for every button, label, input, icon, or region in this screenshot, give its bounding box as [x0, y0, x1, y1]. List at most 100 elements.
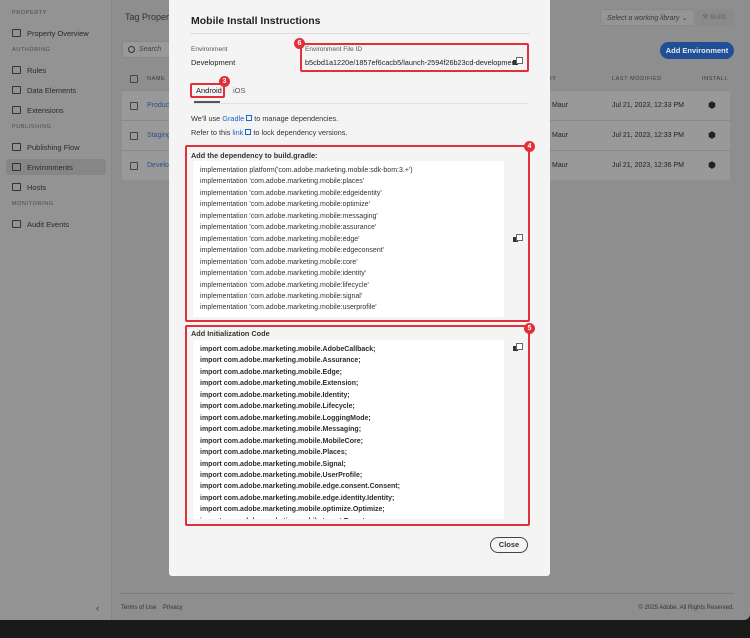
dependency-code[interactable]: implementation platform('com.adobe.marke…: [193, 161, 504, 317]
init-code[interactable]: import com.adobe.marketing.mobile.AdobeC…: [193, 340, 504, 519]
install-package-icon[interactable]: ⬢: [708, 130, 716, 141]
modified-by: Maur: [552, 132, 568, 139]
tab-ios[interactable]: iOS: [233, 86, 246, 95]
annotation-badge: 3: [219, 76, 230, 87]
search-icon: [128, 46, 135, 53]
gradle-text: We'll use Gradle to manage dependencies.: [191, 114, 338, 123]
file-id-label: Environment File ID: [305, 46, 363, 53]
sidebar-item-extensions[interactable]: Extensions: [6, 102, 106, 118]
gradle-link[interactable]: Gradle: [222, 114, 244, 123]
title-divider: [190, 33, 530, 34]
code-line: implementation 'com.adobe.marketing.mobi…: [200, 281, 369, 289]
row-checkbox[interactable]: [130, 101, 138, 110]
code-line: implementation 'com.adobe.marketing.mobi…: [200, 189, 382, 197]
code-line: import com.adobe.marketing.mobile.edge.i…: [200, 494, 395, 502]
working-library-select[interactable]: Select a working library ⌄: [600, 9, 695, 26]
code-line: import com.adobe.marketing.mobile.Assura…: [200, 357, 361, 365]
code-line: implementation 'com.adobe.marketing.mobi…: [200, 247, 384, 255]
search-placeholder: Search: [139, 46, 162, 53]
chevron-down-icon: ⌄: [681, 15, 688, 22]
row-checkbox[interactable]: [130, 161, 138, 170]
code-line: implementation 'com.adobe.marketing.mobi…: [200, 235, 360, 243]
code-line: implementation 'com.adobe.marketing.mobi…: [200, 178, 365, 186]
select-all-checkbox[interactable]: [130, 75, 138, 83]
code-line: import com.adobe.marketing.mobile.optimi…: [200, 506, 385, 514]
sidebar-item-rules[interactable]: Rules: [6, 62, 106, 78]
tools-icon: [12, 66, 21, 74]
sidebar-item-label: Hosts: [27, 182, 47, 192]
list-icon: [12, 220, 21, 228]
file-id-value: b5cbd1a1220e/1857ef6cacb5/launch-2594f26…: [305, 58, 518, 67]
code-line: implementation 'com.adobe.marketing.mobi…: [200, 304, 377, 312]
copyright: © 2025 Adobe. All Rights Reserved.: [638, 605, 734, 611]
code-line: import com.adobe.marketing.mobile.Loggin…: [200, 414, 371, 422]
install-package-icon[interactable]: ⬢: [708, 160, 716, 171]
code-line: import com.adobe.marketing.mobile.AdobeC…: [200, 346, 376, 353]
add-environment-button[interactable]: Add Environment: [660, 42, 734, 59]
code-line: import com.adobe.marketing.mobile.Signal…: [200, 460, 346, 468]
hammer-icon: ⚒: [702, 14, 709, 21]
sidebar-item-label: Environments: [27, 162, 73, 172]
property-icon: [12, 29, 21, 37]
sidebar-section-label: PUBLISHING: [12, 124, 52, 130]
code-line: import com.adobe.marketing.mobile.Mobile…: [200, 437, 363, 445]
code-line: implementation 'com.adobe.marketing.mobi…: [200, 292, 363, 300]
sidebar-section-label: MONITORING: [12, 201, 54, 207]
annotation-badge: 4: [524, 141, 535, 152]
environment-label: Environment: [191, 46, 228, 53]
sidebar-section-label: PROPERTY: [12, 10, 47, 16]
code-line: implementation 'com.adobe.marketing.mobi…: [200, 270, 367, 278]
sidebar-item-label: Property Overview: [27, 28, 89, 38]
library-placeholder: Select a working library: [607, 15, 680, 22]
versions-link[interactable]: link: [232, 128, 243, 137]
text: to lock dependency versions.: [251, 128, 348, 137]
sidebar-item-environments[interactable]: Environments: [6, 159, 106, 175]
last-modified: Jul 21, 2023, 12:33 PM: [612, 132, 684, 139]
build-button[interactable]: ⚒ Build: [696, 9, 734, 26]
code-line: import com.adobe.marketing.mobile.Identi…: [200, 391, 350, 399]
copy-icon[interactable]: [513, 343, 523, 352]
text: We'll use: [191, 114, 223, 123]
code-line: import com.adobe.marketing.mobile.target…: [200, 516, 497, 519]
modified-by: Maur: [552, 162, 568, 169]
privacy-link[interactable]: Privacy: [163, 605, 183, 611]
sidebar-item-data-elements[interactable]: Data Elements: [6, 82, 106, 98]
annotation-badge: 6: [294, 38, 305, 49]
terms-link[interactable]: Terms of Use: [121, 605, 156, 611]
sidebar-item-label: Extensions: [27, 105, 64, 115]
collapse-sidebar-icon[interactable]: ‹: [96, 603, 99, 613]
sidebar-item-label: Audit Events: [27, 219, 70, 229]
plug-icon: [12, 106, 21, 114]
code-line: import com.adobe.marketing.mobile.UserPr…: [200, 471, 363, 479]
copy-icon[interactable]: [513, 234, 523, 243]
sidebar-item-hosts[interactable]: Hosts: [6, 179, 106, 195]
sidebar: PROPERTY Property Overview AUTHORING Rules D…: [0, 0, 112, 620]
modified-by: Maur: [552, 102, 568, 109]
column-install: INSTALL: [702, 76, 729, 82]
install-package-icon[interactable]: ⬢: [708, 100, 716, 111]
row-checkbox[interactable]: [130, 131, 138, 140]
dialog-title: Mobile Install Instructions: [191, 15, 321, 27]
footer-divider: [120, 593, 734, 594]
annotation-badge: 5: [524, 323, 535, 334]
cloud-icon: [12, 183, 21, 191]
environment-name-link[interactable]: Staging: [147, 132, 171, 139]
code-line: import com.adobe.marketing.mobile.edge.c…: [200, 483, 400, 491]
text: Refer to this: [191, 128, 233, 137]
sidebar-item-publishing-flow[interactable]: Publishing Flow: [6, 139, 106, 155]
column-name: NAME: [147, 76, 166, 82]
sidebar-item-audit-events[interactable]: Audit Events: [6, 216, 106, 232]
code-line: import com.adobe.marketing.mobile.Messag…: [200, 426, 362, 434]
sidebar-item-property-overview[interactable]: Property Overview: [6, 25, 106, 41]
init-title: Add Initialization Code: [191, 329, 270, 338]
close-button[interactable]: Close: [490, 537, 528, 553]
dependency-title: Add the dependency to build.gradle:: [191, 151, 318, 160]
build-label: Build: [710, 14, 726, 21]
code-line: import com.adobe.marketing.mobile.Places…: [200, 449, 348, 457]
window-icon: [12, 163, 21, 171]
text: to manage dependencies.: [252, 114, 339, 123]
code-line: import com.adobe.marketing.mobile.Lifecy…: [200, 403, 355, 411]
code-line: implementation 'com.adobe.marketing.mobi…: [200, 201, 370, 209]
code-line: implementation 'com.adobe.marketing.mobi…: [200, 212, 378, 220]
copy-icon[interactable]: [513, 57, 523, 66]
